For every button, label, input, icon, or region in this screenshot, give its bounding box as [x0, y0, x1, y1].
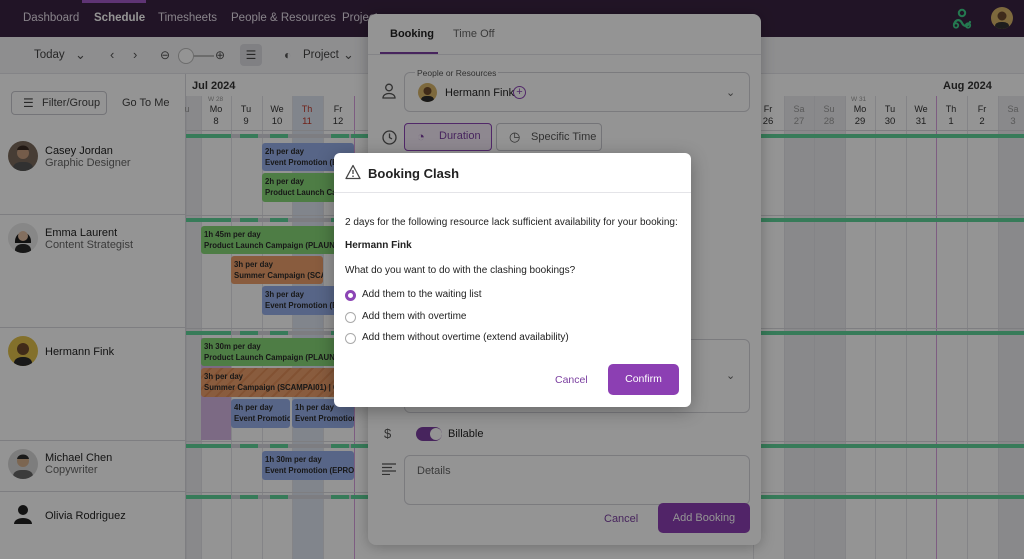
dialog-title: Booking Clash — [368, 166, 460, 181]
dialog-divider — [334, 192, 691, 193]
radio-button[interactable] — [345, 290, 356, 301]
clash-resource-name: Hermann Fink — [345, 240, 412, 251]
booking-clash-dialog: Booking Clash 2 days for the following r… — [334, 153, 691, 407]
radio-button[interactable] — [345, 333, 356, 344]
warning-icon — [345, 164, 361, 180]
radio-button[interactable] — [345, 312, 356, 323]
cancel-button[interactable]: Cancel — [555, 374, 588, 386]
clash-question: What do you want to do with the clashing… — [345, 265, 576, 276]
confirm-button[interactable]: Confirm — [608, 364, 679, 395]
clash-message: 2 days for the following resource lack s… — [345, 217, 678, 228]
